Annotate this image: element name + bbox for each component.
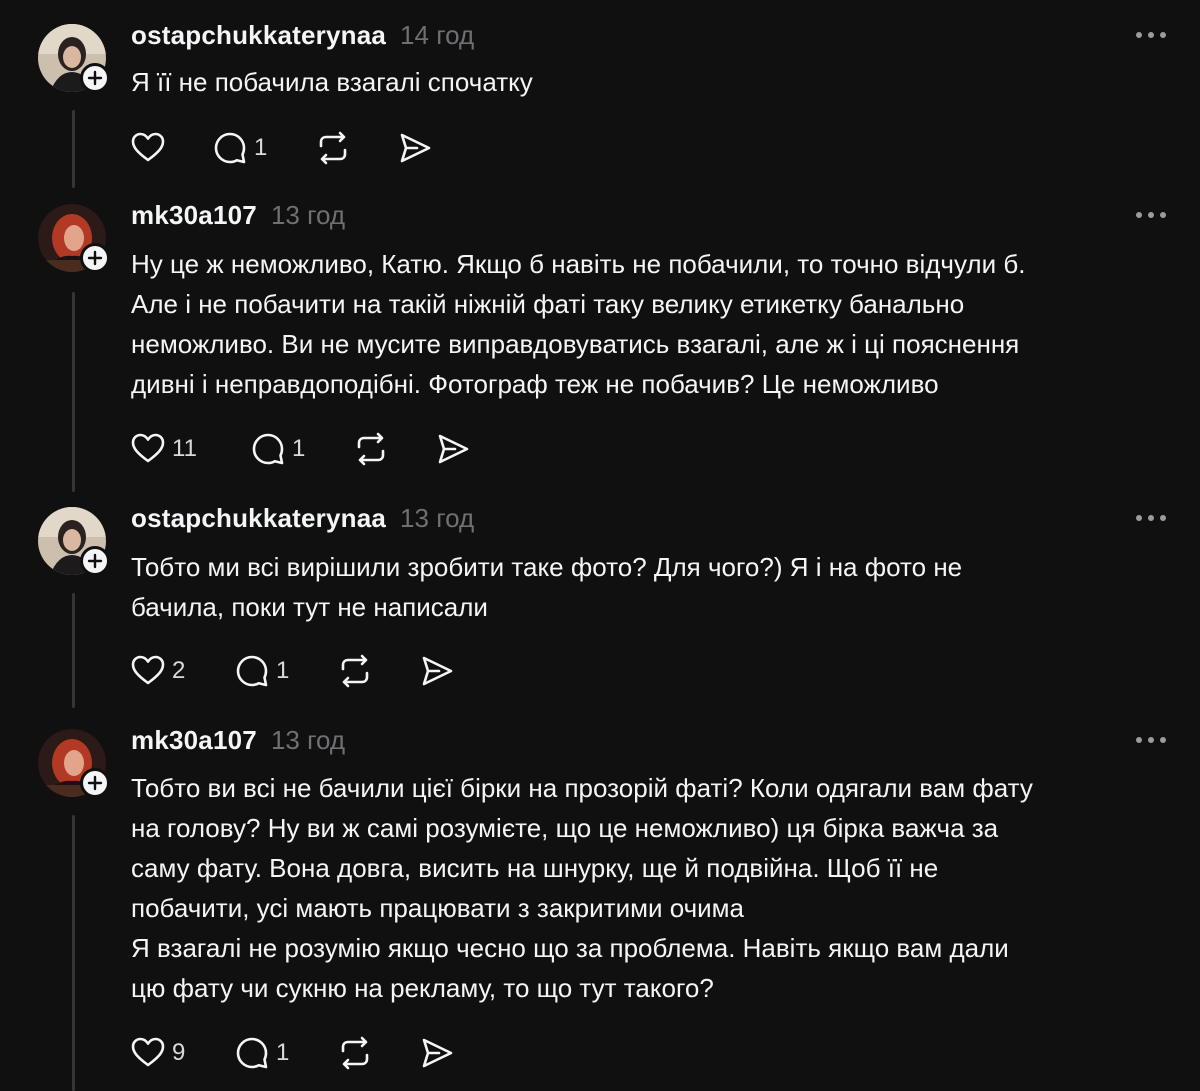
- share-button[interactable]: [435, 429, 471, 469]
- comment-icon: [236, 655, 268, 687]
- thread-post: mk30a107 13 год Тобто ви всі не бачили ц…: [0, 725, 1200, 1091]
- follow-plus-icon[interactable]: [80, 546, 110, 576]
- avatar[interactable]: [38, 24, 110, 94]
- follow-plus-icon[interactable]: [80, 63, 110, 93]
- share-icon: [438, 434, 469, 464]
- share-button[interactable]: [397, 128, 433, 168]
- post-text-line: саму фату. Вона довга, висить на шнурку,…: [131, 853, 939, 883]
- heart-icon: [131, 655, 165, 685]
- like-button[interactable]: 9: [130, 1033, 234, 1073]
- more-icon[interactable]: [1136, 515, 1166, 521]
- avatar[interactable]: [38, 507, 110, 577]
- reply-count: 1: [276, 1039, 290, 1066]
- post-text-line: на голову? Ну ви ж самі розумієте, що це…: [131, 813, 999, 843]
- username[interactable]: mk30a107: [131, 200, 257, 231]
- heart-icon: [131, 433, 165, 463]
- post-text: Ну це ж неможливо, Катю. Якщо б навіть н…: [131, 244, 1171, 404]
- repost-icon: [341, 654, 369, 688]
- share-button[interactable]: [419, 651, 455, 691]
- avatar[interactable]: [38, 729, 110, 799]
- action-bar: 9 1: [130, 1033, 455, 1073]
- like-button[interactable]: 2: [130, 651, 234, 691]
- timestamp[interactable]: 13 год: [271, 725, 345, 756]
- reply-count: 1: [254, 134, 268, 161]
- repost-button[interactable]: [337, 651, 419, 691]
- post-text-line: неможливо. Ви не мусите виправдовуватись…: [131, 329, 1020, 359]
- more-icon[interactable]: [1136, 737, 1166, 743]
- follow-plus-icon[interactable]: [80, 768, 110, 798]
- reply-button[interactable]: 1: [212, 128, 315, 168]
- like-button[interactable]: [130, 128, 212, 168]
- post-text-line: Але і не побачити на такій ніжній фаті т…: [131, 289, 965, 319]
- reply-button[interactable]: 1: [234, 1033, 337, 1073]
- timestamp[interactable]: 14 год: [400, 20, 474, 51]
- reply-button[interactable]: 1: [250, 429, 353, 469]
- share-icon: [422, 1038, 453, 1068]
- repost-icon: [319, 131, 347, 165]
- repost-icon: [341, 1036, 369, 1070]
- avatar[interactable]: [38, 204, 110, 274]
- heart-icon: [131, 132, 165, 162]
- follow-plus-icon[interactable]: [80, 243, 110, 273]
- action-bar: 2 1: [130, 651, 455, 691]
- timestamp[interactable]: 13 год: [400, 503, 474, 534]
- repost-button[interactable]: [337, 1033, 419, 1073]
- like-count: 9: [172, 1039, 186, 1066]
- share-icon: [400, 133, 431, 163]
- repost-button[interactable]: [315, 128, 397, 168]
- post-text-line: Ну це ж неможливо, Катю. Якщо б навіть н…: [131, 249, 1026, 279]
- reply-button[interactable]: 1: [234, 651, 337, 691]
- post-text: Я її не побачила взагалі спочатку: [131, 62, 1171, 102]
- reply-count: 1: [292, 435, 306, 462]
- action-bar: 11 1: [130, 429, 471, 469]
- username[interactable]: ostapchukkaterynaa: [131, 20, 386, 51]
- username[interactable]: ostapchukkaterynaa: [131, 503, 386, 534]
- heart-icon: [131, 1037, 165, 1067]
- like-count: 2: [172, 657, 186, 684]
- post-text-line: побачити, усі мають працювати з закритим…: [131, 893, 745, 923]
- share-button[interactable]: [419, 1033, 455, 1073]
- repost-icon: [357, 432, 385, 466]
- action-bar: 1: [130, 128, 433, 168]
- post-text-line: Тобто ви всі не бачили цієї бірки на про…: [131, 773, 1033, 803]
- like-count: 11: [172, 435, 197, 462]
- post-text-line: Тобто ми всі вирішили зробити таке фото?…: [131, 552, 963, 582]
- thread-post: mk30a107 13 год Ну це ж неможливо, Катю.…: [0, 200, 1200, 490]
- post-text: Тобто ви всі не бачили цієї бірки на про…: [131, 768, 1171, 1008]
- more-icon[interactable]: [1136, 212, 1166, 218]
- comment-icon: [252, 433, 284, 465]
- post-text-line: Я взагалі не розумію якщо чесно що за пр…: [131, 933, 1009, 963]
- post-text-line: бачила, поки тут не написали: [131, 592, 488, 622]
- share-icon: [422, 656, 453, 686]
- reply-count: 1: [276, 657, 290, 684]
- thread-post: ostapchukkaterynaa 14 год Я її не побачи…: [0, 20, 1200, 180]
- post-text: Тобто ми всі вирішили зробити таке фото?…: [131, 547, 1171, 627]
- post-text-line: дивні і неправдоподібні. Фотограф теж не…: [131, 369, 939, 399]
- repost-button[interactable]: [353, 429, 435, 469]
- timestamp[interactable]: 13 год: [271, 200, 345, 231]
- more-icon[interactable]: [1136, 32, 1166, 38]
- username[interactable]: mk30a107: [131, 725, 257, 756]
- post-text-line: цю фату чи сукню на рекламу, то що тут т…: [131, 973, 714, 1003]
- thread-post: ostapchukkaterynaa 13 год Тобто ми всі в…: [0, 503, 1200, 703]
- comment-icon: [214, 132, 246, 164]
- comment-icon: [236, 1037, 268, 1069]
- like-button[interactable]: 11: [130, 429, 250, 469]
- post-text-line: Я її не побачила взагалі спочатку: [131, 67, 533, 97]
